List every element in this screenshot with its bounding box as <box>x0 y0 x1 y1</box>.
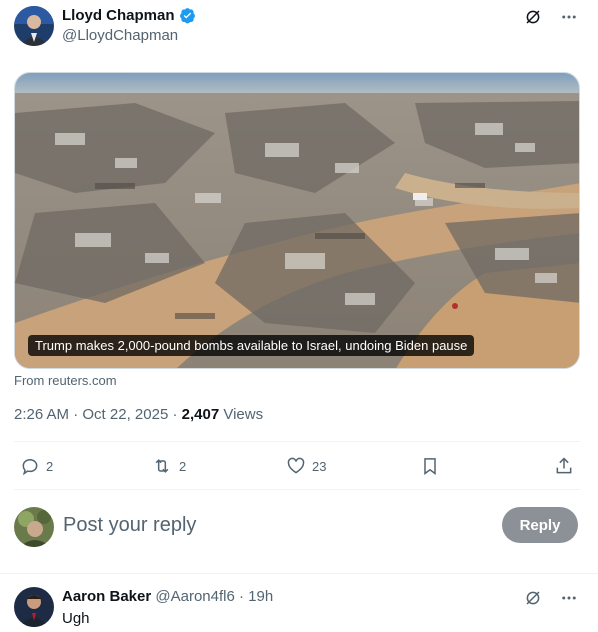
views-count: 2,407 <box>181 406 220 423</box>
share-action[interactable] <box>554 452 574 480</box>
grok-icon[interactable] <box>522 6 544 28</box>
comment-more-options-icon[interactable] <box>558 587 580 609</box>
heart-icon <box>287 457 305 474</box>
rubble-aerial-photo <box>15 73 579 368</box>
comment-author-handle[interactable]: @Aaron4fl6 <box>155 588 234 605</box>
bookmark-action[interactable] <box>420 452 440 480</box>
current-user-avatar[interactable] <box>14 507 54 547</box>
media-caption: Trump makes 2,000-pound bombs available … <box>28 335 475 356</box>
comment-age[interactable]: 19h <box>248 588 273 605</box>
comment-author-name[interactable]: Aaron Baker <box>62 588 151 605</box>
author-avatar[interactable] <box>14 6 54 46</box>
share-icon <box>556 457 572 474</box>
post-time[interactable]: 2:26 AM <box>14 406 69 423</box>
link-source[interactable]: From reuters.com <box>14 373 117 388</box>
views-label: Views <box>223 406 264 423</box>
author-name-row: Lloyd Chapman <box>62 7 196 24</box>
repost-action[interactable]: 2 <box>151 452 186 480</box>
post-meta: 2:26 AM · Oct 22, 2025 · 2,407 Views <box>14 406 263 423</box>
action-bar: 2 2 23 <box>0 452 598 480</box>
comment-separator: · <box>239 588 249 605</box>
author-name[interactable]: Lloyd Chapman <box>62 7 175 24</box>
comment-author-avatar[interactable] <box>14 587 54 627</box>
reply-icon <box>22 458 38 476</box>
post-date[interactable]: Oct 22, 2025 <box>82 406 168 423</box>
comment-text: Ugh <box>62 610 90 627</box>
repost-icon <box>155 459 169 473</box>
like-count: 23 <box>312 458 327 474</box>
verified-badge-icon <box>179 8 195 24</box>
post-top-icons <box>522 6 580 28</box>
like-action[interactable]: 23 <box>286 452 326 480</box>
comment-grok-icon[interactable] <box>522 587 544 609</box>
comment-header: Aaron Baker @Aaron4fl6 · 19h <box>62 588 273 605</box>
meta-separator: · <box>172 406 182 423</box>
reply-composer: Post your reply Reply <box>0 500 598 552</box>
reply-count: 2 <box>46 458 54 474</box>
divider-top-actions <box>14 441 580 442</box>
reply-action[interactable]: 2 <box>20 452 53 480</box>
post-media-image[interactable]: Trump makes 2,000-pound bombs available … <box>14 72 580 369</box>
bookmark-icon <box>424 458 436 475</box>
more-options-icon[interactable] <box>558 6 580 28</box>
divider-bottom-actions <box>14 489 580 490</box>
reply-button[interactable]: Reply <box>502 507 578 543</box>
comment-item[interactable]: Aaron Baker @Aaron4fl6 · 19h Ugh <box>0 574 598 632</box>
author-handle[interactable]: @LloydChapman <box>62 27 178 44</box>
comment-top-icons <box>522 587 580 609</box>
reply-input[interactable]: Post your reply <box>63 514 196 537</box>
repost-count: 2 <box>179 458 187 474</box>
meta-separator: · <box>73 406 83 423</box>
